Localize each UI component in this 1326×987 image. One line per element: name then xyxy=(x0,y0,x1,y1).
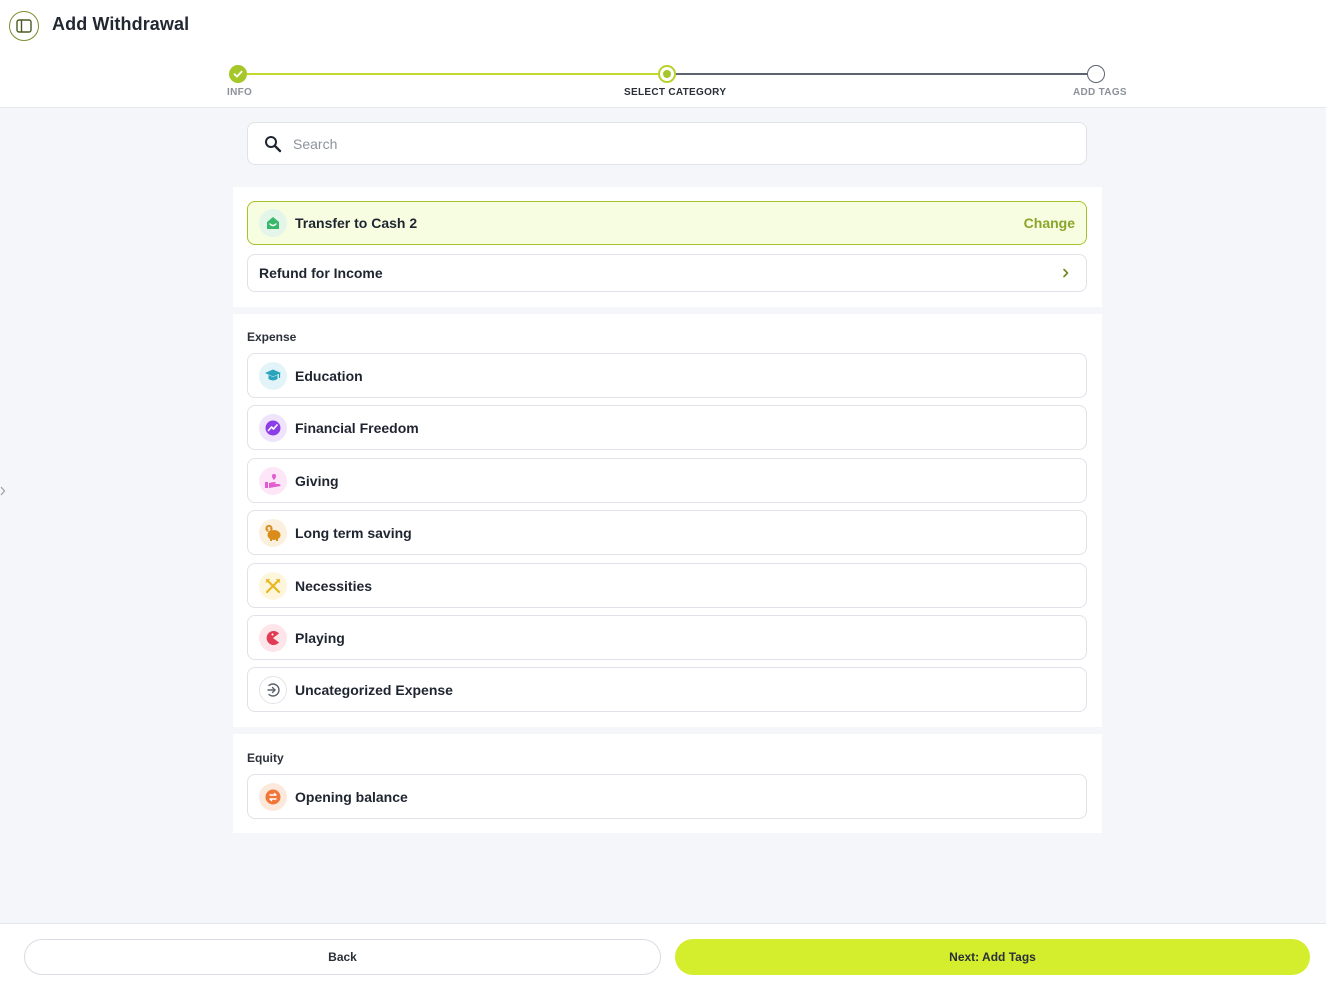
category-label: Uncategorized Expense xyxy=(295,681,453,698)
selected-category-label: Transfer to Cash 2 xyxy=(295,215,418,231)
refund-for-income-label: Refund for Income xyxy=(259,265,383,281)
equity-section-title: Equity xyxy=(247,751,284,765)
step-select-category-dot[interactable] xyxy=(658,65,676,83)
category-label: Education xyxy=(295,367,363,384)
search-box[interactable] xyxy=(247,122,1087,165)
header: Add Withdrawal INFO SELECT CATEGORY ADD … xyxy=(0,0,1326,108)
arrow-in-circle-icon xyxy=(259,675,287,704)
trend-up-icon xyxy=(259,413,287,442)
refund-for-income-row[interactable]: Refund for Income xyxy=(247,254,1087,292)
category-row-necessities[interactable]: Necessities xyxy=(247,563,1087,608)
graduation-cap-icon xyxy=(259,361,287,390)
stepper: INFO SELECT CATEGORY ADD TAGS xyxy=(0,0,1326,108)
back-button[interactable]: Back xyxy=(24,939,661,975)
next-add-tags-button[interactable]: Next: Add Tags xyxy=(675,939,1310,975)
search-icon xyxy=(263,134,283,154)
category-row-opening-balance[interactable]: Opening balance xyxy=(247,774,1087,819)
chevron-right-icon xyxy=(0,486,6,496)
category-label: Necessities xyxy=(295,577,373,594)
piggy-bank-icon: $ xyxy=(259,518,287,547)
chevron-right-icon xyxy=(1062,268,1070,278)
category-label: Long term saving xyxy=(295,524,412,541)
footer: Back Next: Add Tags xyxy=(0,923,1326,987)
expense-section-title: Expense xyxy=(247,330,297,344)
category-row-financial-freedom[interactable]: Financial Freedom xyxy=(247,405,1087,450)
step-select-category-label: SELECT CATEGORY xyxy=(624,87,727,98)
category-row-long-term-saving[interactable]: $ Long term saving xyxy=(247,510,1087,555)
category-label: Playing xyxy=(295,629,345,646)
step-add-tags-label: ADD TAGS xyxy=(1073,87,1127,98)
giving-hand-icon xyxy=(259,466,287,495)
category-row-giving[interactable]: Giving xyxy=(247,458,1087,503)
fork-knife-icon xyxy=(259,571,287,600)
category-label: Giving xyxy=(295,472,339,489)
selected-category-row[interactable]: Transfer to Cash 2 Change xyxy=(247,201,1087,245)
category-row-uncategorized-expense[interactable]: Uncategorized Expense xyxy=(247,667,1087,712)
drawer-handle[interactable] xyxy=(0,484,6,498)
category-label: Opening balance xyxy=(295,788,408,805)
pacman-icon xyxy=(259,623,287,652)
selected-category-panel: Transfer to Cash 2 Change Refund for Inc… xyxy=(233,187,1102,307)
change-button[interactable]: Change xyxy=(1024,215,1075,231)
step-line-pending xyxy=(667,73,1096,75)
step-line-completed xyxy=(238,73,667,75)
svg-text:$: $ xyxy=(267,526,271,532)
swap-icon xyxy=(259,782,287,811)
house-wallet-icon xyxy=(259,209,287,237)
category-label: Financial Freedom xyxy=(295,419,419,436)
equity-section: Equity Opening balance xyxy=(233,734,1102,833)
category-row-education[interactable]: Education xyxy=(247,353,1087,398)
expense-section: Expense Education Financial Freedom Givi… xyxy=(233,314,1102,727)
check-icon xyxy=(233,70,243,78)
step-info-dot[interactable] xyxy=(229,65,247,83)
step-add-tags-dot[interactable] xyxy=(1087,65,1105,83)
category-row-playing[interactable]: Playing xyxy=(247,615,1087,660)
search-input[interactable] xyxy=(293,135,1053,152)
step-info-label: INFO xyxy=(227,87,253,98)
